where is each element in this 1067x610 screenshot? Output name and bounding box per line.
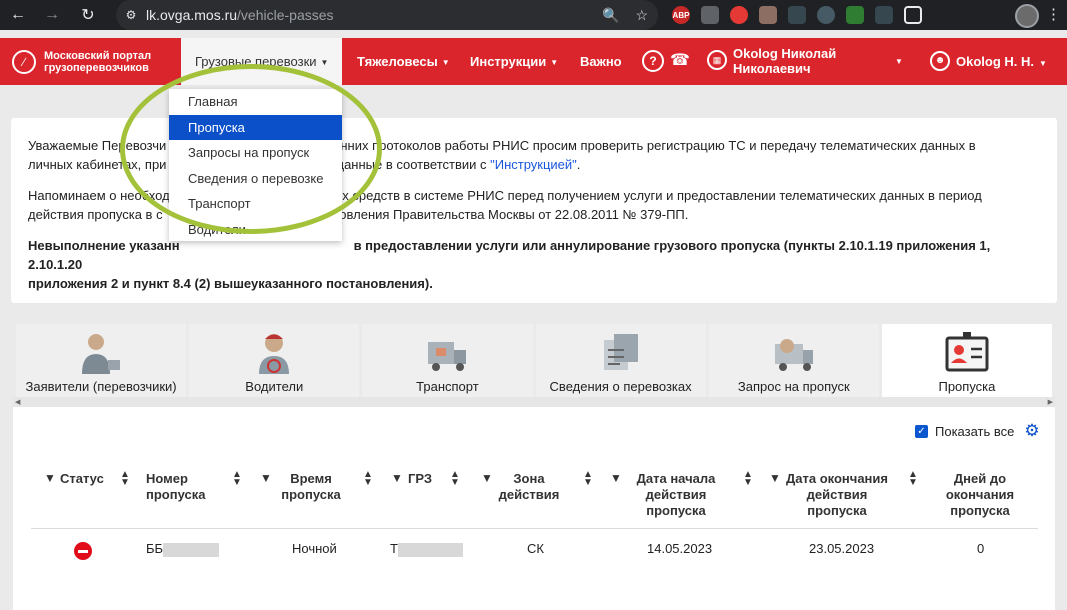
cell-days-left: 0	[977, 541, 985, 556]
scroll-right-icon[interactable]: ▶	[1048, 398, 1053, 406]
portal-logo[interactable]: ∕ Московский портал грузоперевозчиков	[12, 45, 172, 79]
header-days-left[interactable]: Дней до окончания пропуска	[943, 471, 1017, 519]
address-bar[interactable]: ⚙ lk.ovga.mos.ru/vehicle-passes 🔍 ☆	[116, 0, 658, 30]
filter-icon[interactable]: ▼	[260, 471, 272, 485]
cell-zone: СК	[527, 541, 544, 556]
logo-line2: грузоперевозчиков	[44, 62, 149, 74]
show-all-checkbox[interactable]: ✓	[915, 424, 928, 438]
sort-icon[interactable]: ▲ ▼	[363, 470, 373, 488]
url-text: lk.ovga.mos.ru/vehicle-passes	[146, 7, 334, 23]
adblock-icon[interactable]: ABP	[672, 6, 690, 24]
driver-icon	[251, 330, 297, 374]
sort-icon[interactable]: ▲ ▼	[120, 470, 130, 488]
sort-icon[interactable]: ▲ ▼	[583, 470, 593, 488]
tile-transport[interactable]: Транспорт	[362, 324, 533, 398]
extension-icon[interactable]	[701, 6, 719, 24]
status-cancelled-icon	[74, 542, 92, 560]
back-icon[interactable]: ←	[4, 0, 32, 30]
logo-line1: Московский портал	[44, 50, 152, 62]
puzzle-icon[interactable]	[904, 6, 922, 24]
chevron-down-icon[interactable]: ▼	[895, 38, 903, 85]
applicant-icon	[78, 330, 124, 374]
cell-grz: Т	[390, 541, 463, 557]
kebab-menu-icon[interactable]: ⋮	[1046, 0, 1061, 30]
truck-icon	[424, 330, 470, 374]
header-pass-time[interactable]: Время пропуска	[281, 471, 341, 503]
scroll-left-icon[interactable]: ◀	[15, 398, 20, 406]
documents-icon	[598, 330, 644, 374]
header-end-date[interactable]: Дата окончания действия пропуска	[785, 471, 889, 519]
cell-start-date: 14.05.2023	[647, 541, 713, 556]
extension-icon[interactable]	[730, 6, 748, 24]
extensions-bar: ABP	[672, 0, 922, 30]
tile-transport-info[interactable]: Сведения о перевозках	[535, 324, 706, 398]
redacted-block	[397, 542, 463, 557]
cell-pass-number[interactable]: ББ	[146, 541, 220, 557]
sort-icon[interactable]: ▲ ▼	[908, 470, 918, 488]
badge-icon	[944, 330, 990, 374]
filter-icon[interactable]: ▼	[610, 471, 622, 485]
reload-icon[interactable]: ↻	[74, 0, 102, 30]
browser-toolbar: ← → ↻ ⚙ lk.ovga.mos.ru/vehicle-passes 🔍 …	[0, 0, 1067, 30]
user-menu[interactable]: Okolog Н. Н. ▼	[956, 38, 1047, 85]
tile-applicants[interactable]: Заявители (перевозчики)	[16, 324, 187, 398]
site-info-icon[interactable]: ⚙	[116, 8, 146, 22]
help-icon[interactable]: ?	[642, 50, 664, 72]
passes-table-panel: ◀ ▶ ✓ Показать все ⚙ ▼ Статус ▲ ▼ Номер пр…	[13, 397, 1055, 610]
filter-icon[interactable]: ▼	[481, 471, 493, 485]
header-grz[interactable]: ГРЗ	[408, 471, 432, 487]
menu-important[interactable]: Важно	[580, 38, 622, 85]
extension-icon[interactable]	[759, 6, 777, 24]
redacted-block	[163, 542, 220, 557]
header-zone[interactable]: Зона действия	[497, 471, 561, 503]
organization-name[interactable]: Okolog Николай Николаевич	[733, 46, 836, 76]
cell-end-date: 23.05.2023	[809, 541, 875, 556]
organization-icon: ▦	[707, 50, 727, 70]
shield-icon[interactable]	[875, 6, 893, 24]
header-status[interactable]: Статус	[60, 471, 104, 487]
show-all-label: Показать все	[935, 423, 1015, 439]
extension-icon[interactable]	[846, 6, 864, 24]
tile-pass-request[interactable]: Запрос на пропуск	[708, 324, 879, 398]
gear-icon[interactable]: ⚙	[1024, 421, 1039, 441]
show-all-toggle[interactable]: ✓ Показать все ⚙	[915, 421, 1040, 441]
menu-heavy[interactable]: Тяжеловесы ▼	[357, 38, 450, 85]
header-start-date[interactable]: Дата начала действия пропуска	[632, 471, 720, 519]
user-icon: ☻	[930, 51, 950, 71]
bookmark-star-icon[interactable]: ☆	[635, 7, 648, 24]
horizontal-scrollbar[interactable]: ◀ ▶	[13, 397, 1055, 407]
filter-icon[interactable]: ▼	[391, 471, 403, 485]
tile-drivers[interactable]: Водители	[189, 324, 360, 398]
zoom-icon[interactable]: 🔍	[602, 7, 619, 24]
filter-icon[interactable]: ▼	[769, 471, 781, 485]
header-pass-number[interactable]: Номер пропуска	[146, 471, 205, 503]
profile-avatar[interactable]	[1015, 4, 1039, 28]
sort-icon[interactable]: ▲ ▼	[743, 470, 753, 488]
headset-icon[interactable]: ☎	[670, 50, 690, 70]
site-header: ∕ Московский портал грузоперевозчиков Гр…	[0, 38, 1067, 85]
extension-icon[interactable]	[817, 6, 835, 24]
instructions-link[interactable]: "Инструкцией"	[490, 157, 577, 172]
sort-icon[interactable]: ▲ ▼	[232, 470, 242, 488]
annotation-ellipse	[120, 64, 382, 234]
header-divider	[31, 528, 1038, 529]
request-icon	[771, 330, 817, 374]
menu-instructions[interactable]: Инструкции ▼	[470, 38, 558, 85]
extension-icon[interactable]	[788, 6, 806, 24]
sort-icon[interactable]: ▲ ▼	[450, 470, 460, 488]
cell-pass-time: Ночной	[292, 541, 337, 556]
tile-passes[interactable]: Пропуска	[881, 324, 1053, 398]
notice-paragraph-3: Невыполнение указанн в предоставлении усл…	[28, 238, 991, 291]
filter-icon[interactable]: ▼	[44, 471, 56, 485]
logo-icon: ∕	[12, 50, 36, 74]
forward-icon[interactable]: →	[38, 0, 66, 30]
section-tiles: Заявители (перевозчики) Водители Транспо…	[16, 324, 1053, 398]
